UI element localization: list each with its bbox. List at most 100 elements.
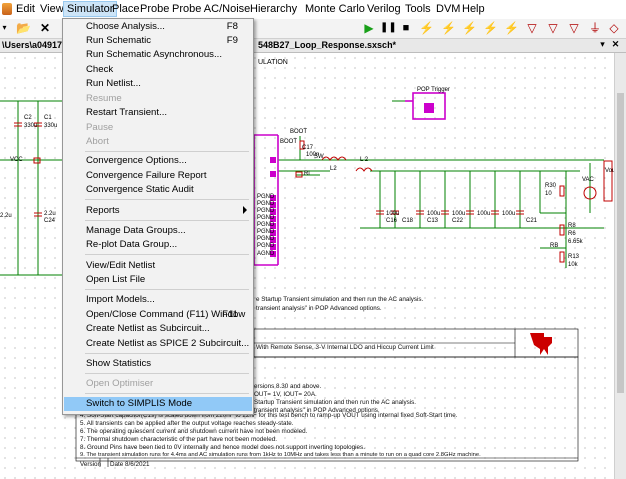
label-100u-4: 100u bbox=[477, 211, 491, 217]
menu-item-import-models[interactable]: Import Models... bbox=[64, 293, 252, 307]
label-rb: RB bbox=[550, 243, 559, 249]
label-c1: C1 bbox=[44, 115, 52, 121]
label-pgnd-4: PGND bbox=[257, 215, 275, 221]
tab-close-icon[interactable]: ✕ bbox=[610, 39, 621, 50]
led-icon[interactable]: ▽ bbox=[546, 21, 560, 35]
label-100u-1: 100u bbox=[386, 211, 400, 217]
diode-icon[interactable]: ▽ bbox=[525, 21, 539, 35]
label-c2: C2 bbox=[24, 115, 32, 121]
menu-item-run-schematic[interactable]: Run Schematic F9 bbox=[64, 34, 252, 48]
menu-separator bbox=[85, 254, 249, 255]
menu-item-resume: Resume bbox=[86, 93, 122, 104]
menu-item-reports[interactable]: Reports bbox=[64, 204, 252, 218]
file-path: \Users\a049170 bbox=[2, 40, 68, 50]
menu-item-manage-data-groups[interactable]: Manage Data Groups... bbox=[64, 224, 252, 238]
dropdown-icon[interactable]: ▾ bbox=[0, 21, 9, 35]
label-pgnd-6: PGND bbox=[257, 229, 275, 235]
label-330u-1: 330u bbox=[24, 123, 38, 129]
label-vcc: VCC bbox=[10, 157, 23, 163]
label-100u-3: 100u bbox=[452, 211, 466, 217]
label-boot-2: BOOT bbox=[290, 129, 308, 135]
menu-verilog[interactable]: Verilog bbox=[367, 3, 401, 15]
menu-item-netlist-spice2-subcircuit[interactable]: Create Netlist as SPICE 2 Subcircuit... bbox=[64, 337, 252, 351]
menu-separator bbox=[85, 151, 249, 152]
sheet-label: ULATION bbox=[258, 59, 288, 66]
menu-item-restart-transient[interactable]: Restart Transient... bbox=[64, 106, 252, 120]
menu-separator bbox=[85, 220, 249, 221]
menu-item-abort: Abort bbox=[86, 136, 109, 147]
note-8: 8. Ground Pins have been tied to 0V inte… bbox=[80, 444, 365, 451]
menu-item-pause: Pause bbox=[86, 122, 114, 133]
menu-item-command-window[interactable]: Open/Close Command (F11) Window F11 bbox=[64, 308, 252, 322]
menu-item-netlist-subcircuit[interactable]: Create Netlist as Subcircuit... bbox=[64, 322, 252, 336]
menu-item-convergence-failure-report[interactable]: Convergence Failure Report bbox=[64, 169, 252, 183]
label-sw: SW bbox=[314, 154, 324, 160]
menu-view[interactable]: View bbox=[40, 3, 64, 15]
note-9: 9. The transient simulation runs for 4.4… bbox=[80, 452, 481, 458]
label-100u-2: 100u bbox=[427, 211, 441, 217]
menu-item-open-optimiser: Open Optimiser bbox=[86, 378, 154, 389]
menu-item-convergence-static-audit[interactable]: Convergence Static Audit bbox=[64, 183, 252, 197]
label-c17: C17 bbox=[302, 145, 314, 151]
menu-hierarchy[interactable]: Hierarchy bbox=[250, 3, 297, 15]
menu-edit[interactable]: Edit bbox=[16, 3, 35, 15]
vertical-scrollbar[interactable] bbox=[614, 53, 626, 479]
label-agnd: AGND bbox=[257, 251, 275, 257]
close-icon[interactable]: ✕ bbox=[38, 21, 52, 35]
menu-tools[interactable]: Tools bbox=[405, 3, 431, 15]
tab-menu-icon[interactable]: ▾ bbox=[597, 39, 608, 50]
document-tab[interactable]: 548B27_Loop_Response.sxsch* bbox=[258, 40, 396, 50]
run-icon[interactable]: ▶ bbox=[362, 21, 376, 35]
scrollbar-thumb[interactable] bbox=[617, 93, 624, 393]
folder-open-icon[interactable]: 📂 bbox=[16, 21, 31, 35]
menu-item-switch-simplis[interactable]: Switch to SIMPLIS Mode bbox=[64, 397, 252, 411]
simulator-menu: Choose Analysis... F8 Run Schematic F9 Run… bbox=[62, 18, 254, 415]
menu-probe[interactable]: Probe bbox=[140, 3, 169, 15]
menu-item-view-edit-netlist[interactable]: View/Edit Netlist bbox=[64, 259, 252, 273]
menu-separator bbox=[85, 289, 249, 290]
label-6k65: 6.65k bbox=[568, 239, 583, 245]
submenu-arrow-icon bbox=[243, 206, 247, 214]
pause-icon[interactable]: ❚❚ bbox=[380, 21, 397, 35]
label-2u2-1: 2.2u bbox=[0, 213, 12, 219]
menu-item-choose-analysis[interactable]: Choose Analysis... F8 bbox=[64, 20, 252, 34]
label-330u-2: 330u bbox=[44, 123, 58, 129]
label-c24: C24 bbox=[44, 218, 56, 224]
note-upper-1: e Startup Transient simulation and then … bbox=[256, 296, 424, 303]
zener-icon[interactable]: ▽ bbox=[567, 21, 581, 35]
title-block-text: With Remote Sense, 3-V Internal LDO and … bbox=[256, 344, 434, 351]
menu-separator bbox=[85, 353, 249, 354]
source-icon[interactable]: ◇ bbox=[607, 21, 621, 35]
label-pgnd-5: PGND bbox=[257, 222, 275, 228]
probe-icon[interactable]: ⚡ bbox=[419, 21, 434, 35]
menu-help[interactable]: Help bbox=[462, 3, 485, 15]
label-pgnd-2: PGND bbox=[257, 201, 275, 207]
stop-icon[interactable]: ■ bbox=[399, 21, 413, 35]
menu-place[interactable]: Place bbox=[112, 3, 140, 15]
label-r30: R30 bbox=[545, 183, 557, 189]
app-logo-icon bbox=[2, 3, 12, 15]
probe-voltage-icon[interactable]: ⚡ bbox=[441, 21, 456, 35]
label-r6: R6 bbox=[568, 231, 576, 237]
menu-item-replot-data-group[interactable]: Re-plot Data Group... bbox=[64, 238, 252, 252]
ground-icon[interactable]: ⏚ bbox=[588, 21, 602, 35]
note-3: Startup Transient simulation and then ru… bbox=[254, 399, 417, 406]
menu-item-run-netlist[interactable]: Run Netlist... bbox=[64, 77, 252, 91]
menu-item-check[interactable]: Check bbox=[64, 63, 252, 77]
note-1: ersions 8.30 and above. bbox=[254, 383, 322, 390]
menu-probe-ac-noise[interactable]: Probe AC/Noise bbox=[172, 3, 250, 15]
menu-simulator[interactable]: Simulator bbox=[63, 1, 118, 17]
menu-separator bbox=[85, 199, 249, 200]
probe-power-icon[interactable]: ⚡ bbox=[504, 21, 519, 35]
menu-item-convergence-options[interactable]: Convergence Options... bbox=[64, 154, 252, 168]
version-label: Version bbox=[80, 461, 102, 468]
probe-diff-icon[interactable]: ⚡ bbox=[483, 21, 498, 35]
menu-monte-carlo[interactable]: Monte Carlo bbox=[305, 3, 365, 15]
probe-current-icon[interactable]: ⚡ bbox=[462, 21, 477, 35]
menu-dvm[interactable]: DVM bbox=[436, 3, 460, 15]
note-2: OUT= 1V, IOUT= 20A. bbox=[254, 391, 317, 398]
menu-item-show-statistics[interactable]: Show Statistics bbox=[64, 357, 252, 371]
menu-item-open-list-file[interactable]: Open List File bbox=[64, 273, 252, 287]
menu-item-run-schematic-async[interactable]: Run Schematic Asynchronous... bbox=[64, 48, 252, 62]
label-10k: 10k bbox=[568, 262, 578, 268]
